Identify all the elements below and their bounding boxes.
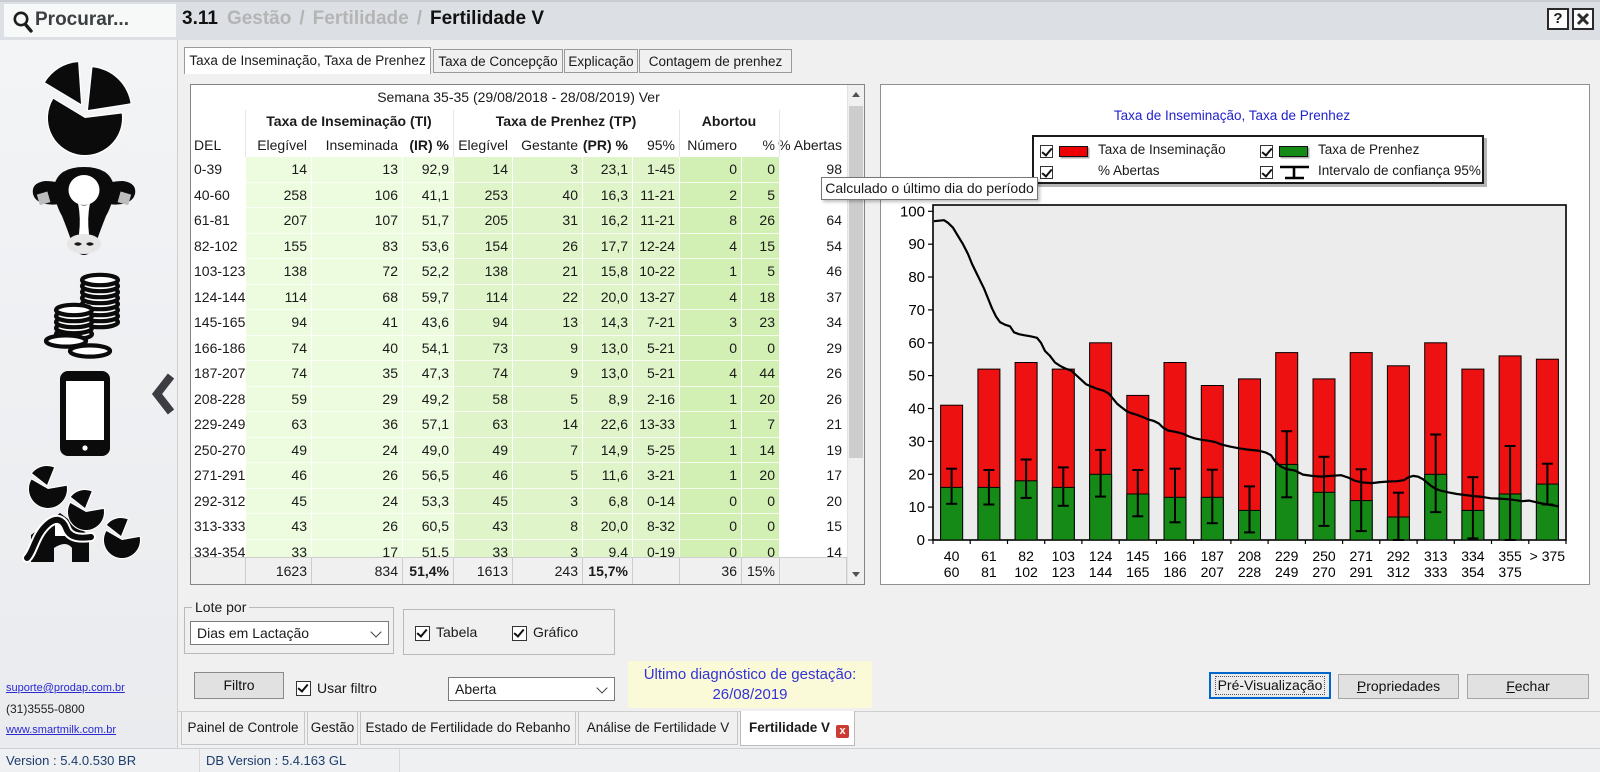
svg-text:270: 270 — [1312, 564, 1336, 580]
svg-text:50: 50 — [908, 368, 925, 385]
svg-text:166: 166 — [1163, 548, 1187, 564]
svg-text:144: 144 — [1089, 564, 1113, 580]
svg-text:30: 30 — [908, 433, 925, 450]
svg-text:60: 60 — [944, 564, 960, 580]
svg-text:355: 355 — [1498, 548, 1522, 564]
svg-text:333: 333 — [1424, 564, 1448, 580]
svg-text:> 375: > 375 — [1530, 548, 1566, 564]
svg-text:81: 81 — [981, 564, 997, 580]
svg-text:334: 334 — [1461, 548, 1485, 564]
svg-text:40: 40 — [908, 401, 925, 418]
svg-text:40: 40 — [944, 548, 960, 564]
svg-text:Taxa de Inseminação, Taxa de P: Taxa de Inseminação, Taxa de Prenhez — [1114, 108, 1350, 123]
svg-text:20: 20 — [908, 466, 925, 483]
svg-text:103: 103 — [1052, 548, 1076, 564]
svg-text:82: 82 — [1018, 548, 1034, 564]
svg-text:291: 291 — [1350, 564, 1374, 580]
svg-text:208: 208 — [1238, 548, 1262, 564]
svg-text:100: 100 — [900, 203, 925, 220]
svg-text:70: 70 — [908, 302, 925, 319]
svg-text:187: 187 — [1201, 548, 1225, 564]
svg-text:123: 123 — [1052, 564, 1076, 580]
svg-text:186: 186 — [1163, 564, 1187, 580]
svg-text:102: 102 — [1014, 564, 1038, 580]
svg-text:80: 80 — [908, 269, 925, 286]
svg-text:354: 354 — [1461, 564, 1485, 580]
svg-text:249: 249 — [1275, 564, 1299, 580]
svg-text:271: 271 — [1350, 548, 1374, 564]
svg-text:124: 124 — [1089, 548, 1113, 564]
svg-text:60: 60 — [908, 335, 925, 352]
svg-text:229: 229 — [1275, 548, 1299, 564]
svg-text:375: 375 — [1498, 564, 1522, 580]
svg-text:90: 90 — [908, 236, 925, 253]
svg-text:0: 0 — [917, 532, 925, 549]
svg-text:145: 145 — [1126, 548, 1150, 564]
svg-text:312: 312 — [1387, 564, 1411, 580]
svg-text:250: 250 — [1312, 548, 1336, 564]
svg-text:207: 207 — [1201, 564, 1225, 580]
svg-text:61: 61 — [981, 548, 997, 564]
svg-text:10: 10 — [908, 499, 925, 516]
svg-text:292: 292 — [1387, 548, 1411, 564]
svg-text:165: 165 — [1126, 564, 1150, 580]
svg-text:313: 313 — [1424, 548, 1448, 564]
svg-text:228: 228 — [1238, 564, 1262, 580]
